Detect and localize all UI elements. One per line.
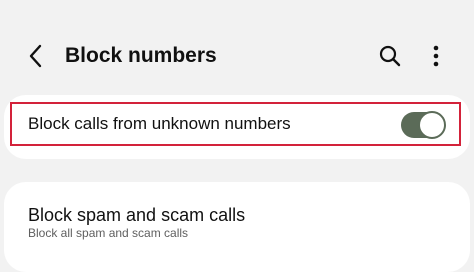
search-icon xyxy=(379,45,401,67)
more-options-button[interactable] xyxy=(426,42,446,70)
more-vertical-icon xyxy=(433,45,439,67)
chevron-left-icon xyxy=(29,44,42,68)
search-button[interactable] xyxy=(376,42,404,70)
block-spam-subtitle: Block all spam and scam calls xyxy=(28,226,189,240)
app-bar: Block numbers xyxy=(0,0,474,110)
page-title: Block numbers xyxy=(65,44,217,67)
highlight-box xyxy=(10,102,461,146)
back-button[interactable] xyxy=(22,40,50,72)
block-spam-row[interactable]: Block spam and scam calls Block all spam… xyxy=(4,182,470,267)
block-spam-title: Block spam and scam calls xyxy=(28,205,246,225)
settings-card-spam: Block spam and scam calls Block all spam… xyxy=(4,182,470,272)
